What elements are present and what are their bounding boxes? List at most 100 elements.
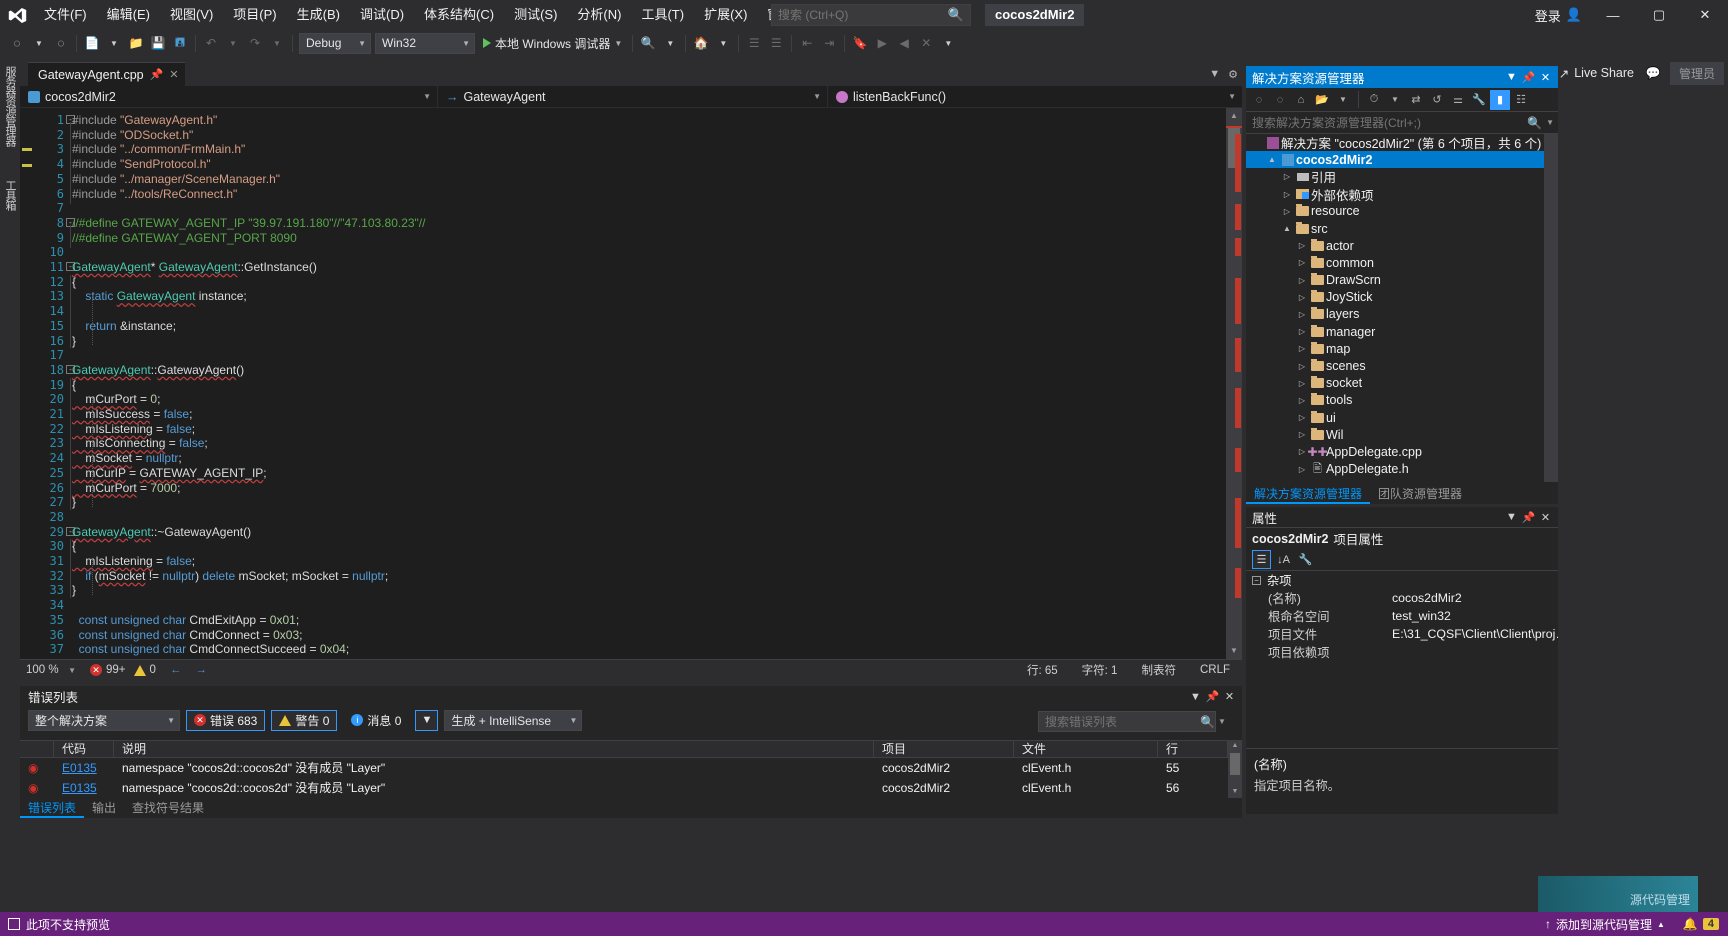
property-value[interactable]: E:\31_CQSF\Client\Client\proj…	[1392, 627, 1558, 641]
expand-arrow-icon[interactable]: ▲	[1265, 155, 1279, 164]
forward-icon[interactable]: ◌	[1270, 90, 1290, 110]
preview-selected-items-icon[interactable]: ▮	[1490, 89, 1510, 110]
close-icon[interactable]: ✕	[1537, 71, 1554, 84]
menu-build[interactable]: 生成(B)	[287, 0, 350, 30]
expand-arrow-icon[interactable]: ▷	[1280, 207, 1294, 216]
save-icon[interactable]: 💾	[147, 32, 169, 54]
close-button[interactable]: ✕	[1682, 0, 1728, 30]
alphabetical-view-icon[interactable]: ↓A	[1274, 550, 1293, 569]
gear-icon[interactable]: ⚙	[1228, 68, 1238, 81]
editor-vertical-scrollbar[interactable]: ▲ ▼	[1226, 108, 1242, 659]
code-line[interactable]: mIsListening = false;	[72, 422, 195, 436]
code-line[interactable]: const unsigned char CmdConnectSucceed = …	[72, 642, 350, 656]
property-row[interactable]: 项目依赖项	[1246, 643, 1558, 661]
show-all-files-icon[interactable]: ☷	[1511, 90, 1531, 110]
error-code[interactable]: E0135	[54, 778, 114, 798]
tab-team-explorer[interactable]: 团队资源管理器	[1370, 485, 1470, 504]
pin-icon[interactable]: 📌	[1204, 690, 1221, 703]
redo-icon[interactable]: ↷	[244, 32, 266, 54]
code-line[interactable]: const unsigned char CmdConnect = 0x03;	[72, 628, 303, 642]
refresh-icon[interactable]: ↺	[1427, 90, 1447, 110]
code-line[interactable]: static GatewayAgent instance;	[72, 289, 246, 303]
tree-item[interactable]: ▷ Wil	[1246, 426, 1558, 443]
code-line[interactable]: {	[72, 378, 76, 392]
column-header-icon[interactable]	[20, 740, 54, 758]
property-pages-icon[interactable]: 🔧	[1296, 550, 1315, 569]
code-line[interactable]: #include "SendProtocol.h"	[72, 157, 211, 171]
close-icon[interactable]: ✕	[169, 68, 178, 81]
code-line[interactable]: {	[72, 539, 76, 553]
scroll-up-icon[interactable]: ▲	[1226, 108, 1242, 124]
code-line[interactable]: GatewayAgent::GatewayAgent()	[72, 363, 244, 377]
sign-in-button[interactable]: 登录 👤	[1527, 0, 1590, 30]
property-row[interactable]: 根命名空间 test_win32	[1246, 607, 1558, 625]
tree-item[interactable]: ▷ socket	[1246, 375, 1558, 392]
tree-item[interactable]: 解决方案 "cocos2dMir2" (第 6 个项目，共 6 个)	[1246, 134, 1558, 151]
expand-arrow-icon[interactable]: ▷	[1295, 362, 1309, 371]
tree-item[interactable]: ▷ scenes	[1246, 357, 1558, 374]
pending-changes-icon[interactable]: ⏱	[1364, 90, 1384, 110]
live-share-button[interactable]: ↗ Live Share	[1551, 66, 1642, 81]
collapse-all-icon[interactable]: ⚌	[1448, 90, 1468, 110]
chevron-down-icon[interactable]: ▼	[1503, 71, 1520, 83]
code-line[interactable]: GatewayAgent::~GatewayAgent()	[72, 525, 251, 539]
code-line[interactable]: }	[72, 495, 76, 509]
messages-filter-button[interactable]: i 消息 0	[343, 710, 409, 731]
menu-architecture[interactable]: 体系结构(C)	[414, 0, 504, 30]
menu-tools[interactable]: 工具(T)	[631, 0, 694, 30]
expand-arrow-icon[interactable]: ▷	[1295, 344, 1309, 353]
build-filter-combo[interactable]: 生成 + IntelliSense ▼	[444, 709, 583, 731]
save-all-icon[interactable]: 🖪	[169, 32, 191, 54]
nav-member-dropdown[interactable]: listenBackFunc() ▼	[828, 86, 1242, 108]
menu-file[interactable]: 文件(F)	[34, 0, 97, 30]
menu-debug[interactable]: 调试(D)	[350, 0, 414, 30]
navigate-backward-dropdown-icon[interactable]: ▼	[28, 32, 50, 54]
properties-grid[interactable]: − 杂项 (名称) cocos2dMir2 根命名空间 test_win32 项目文件 E…	[1246, 571, 1558, 661]
minimize-button[interactable]: —	[1590, 0, 1636, 30]
error-list-rows[interactable]: ◉ E0135 namespace "cocos2d::cocos2d" 没有成员 …	[20, 758, 1242, 798]
code-line[interactable]: #include "../common/FrmMain.h"	[72, 142, 245, 156]
navigate-forward-icon[interactable]: ◌	[50, 32, 72, 54]
toolbar-overflow-icon[interactable]: ▼	[937, 32, 959, 54]
column-header-description[interactable]: 说明	[114, 740, 874, 758]
error-list-row[interactable]: ◉ E0135 namespace "cocos2d::cocos2d" 没有成员 …	[20, 778, 1242, 798]
tree-item[interactable]: ▲ src	[1246, 220, 1558, 237]
maximize-button[interactable]: ▢	[1636, 0, 1682, 30]
code-line[interactable]: #include "../manager/SceneManager.h"	[72, 172, 280, 186]
code-line[interactable]: mSocket = nullptr;	[72, 451, 181, 465]
solution-config-combo[interactable]: Debug ▼	[299, 32, 371, 54]
uncomment-icon[interactable]: ☰	[765, 32, 787, 54]
next-issue-icon[interactable]: →	[195, 664, 207, 676]
nav-project-dropdown[interactable]: cocos2dMir2 ▼	[20, 85, 438, 108]
expand-arrow-icon[interactable]: ▷	[1295, 310, 1309, 319]
home-dropdown-icon[interactable]: ▼	[712, 32, 734, 54]
categorized-view-icon[interactable]: ☰	[1252, 550, 1271, 569]
tree-item[interactable]: ▷ actor	[1246, 237, 1558, 254]
solution-platform-combo[interactable]: Win32 ▼	[375, 32, 475, 54]
feedback-icon[interactable]: 💬	[1642, 62, 1664, 84]
notifications-button[interactable]: 🔔 4	[1674, 912, 1728, 936]
close-icon[interactable]: ✕	[1221, 690, 1238, 703]
code-editor[interactable]: 1- #include "GatewayAgent.h" 2 #include "OD…	[20, 108, 1242, 659]
tree-item[interactable]: ▷ 引用	[1246, 168, 1558, 185]
chevron-down-icon[interactable]: ▼	[1215, 717, 1226, 726]
menu-edit[interactable]: 编辑(E)	[97, 0, 160, 30]
tree-item[interactable]: ▷ ui	[1246, 409, 1558, 426]
tab-toolbox[interactable]: 工具箱	[2, 180, 18, 210]
expand-arrow-icon[interactable]: ▷	[1295, 293, 1309, 302]
properties-category-row[interactable]: − 杂项	[1246, 571, 1558, 589]
clear-bookmarks-icon[interactable]: ✕	[915, 32, 937, 54]
pin-icon[interactable]: 📌	[150, 68, 164, 81]
chevron-down-icon[interactable]: ▼	[1385, 90, 1405, 110]
tree-item-selected[interactable]: ▲ cocos2dMir2	[1246, 151, 1558, 169]
column-header-code[interactable]: 代码	[54, 740, 114, 758]
home-icon[interactable]: ⌂	[1291, 90, 1311, 110]
column-header-project[interactable]: 项目	[874, 740, 1014, 758]
attach-dropdown-icon[interactable]: ▼	[659, 32, 681, 54]
undo-dropdown-icon[interactable]: ▼	[222, 32, 244, 54]
expand-arrow-icon[interactable]: ▷	[1295, 413, 1309, 422]
add-to-source-control-button[interactable]: ↑ 添加到源代码管理 ▲	[1536, 912, 1674, 936]
back-icon[interactable]: ◌	[1249, 90, 1269, 110]
tree-item[interactable]: ▷ map	[1246, 340, 1558, 357]
expand-arrow-icon[interactable]: ▷	[1295, 327, 1309, 336]
